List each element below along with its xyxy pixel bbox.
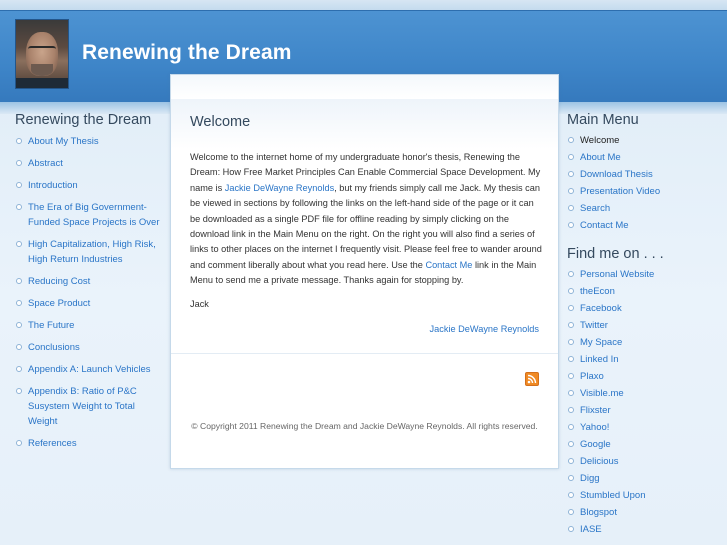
thesis-menu-item[interactable]: Conclusions (15, 340, 165, 355)
bullet-icon (16, 388, 22, 394)
copyright: © Copyright 2011 Renewing the Dream and … (191, 421, 538, 431)
bullet-icon (568, 188, 574, 194)
left-sidebar: Renewing the Dream About My Thesis Abstr… (15, 112, 165, 458)
bullet-icon (568, 373, 574, 379)
author-name-link[interactable]: Jackie DeWayne Reynolds (225, 183, 334, 193)
find-me-title: Find me on . . . (567, 246, 664, 262)
bullet-icon (568, 288, 574, 294)
bullet-icon (16, 241, 22, 247)
main-menu-item-search[interactable]: Search (567, 201, 717, 216)
find-me-item[interactable]: Twitter (567, 318, 717, 333)
post-body: Welcome to the internet home of my under… (190, 150, 542, 320)
bullet-icon (16, 160, 22, 166)
bullet-icon (568, 492, 574, 498)
bullet-icon (568, 137, 574, 143)
main-menu-item-about-me[interactable]: About Me (567, 150, 717, 165)
main-menu-item-presentation-video[interactable]: Presentation Video (567, 184, 717, 199)
find-me-section: Find me on . . . Personal Website theEco… (567, 246, 717, 537)
find-me-item[interactable]: Stumbled Upon (567, 488, 717, 503)
find-me-item[interactable]: My Space (567, 335, 717, 350)
thesis-menu-item[interactable]: Appendix B: Ratio of P&C Susystem Weight… (15, 384, 165, 429)
bullet-icon (16, 300, 22, 306)
find-me-item[interactable]: Delicious (567, 454, 717, 469)
thesis-menu-item[interactable]: Space Product (15, 296, 165, 311)
bullet-icon (568, 339, 574, 345)
author-photo (15, 19, 69, 89)
find-me-item[interactable]: Flixster (567, 403, 717, 418)
bullet-icon (568, 154, 574, 160)
bullet-icon (568, 441, 574, 447)
bullet-icon (568, 390, 574, 396)
find-me-item[interactable]: Personal Website (567, 267, 717, 282)
find-me-item[interactable]: Blogspot (567, 505, 717, 520)
main-menu-item-welcome[interactable]: Welcome (567, 133, 717, 148)
bullet-icon (568, 205, 574, 211)
bullet-icon (568, 526, 574, 532)
bullet-icon (16, 344, 22, 350)
thesis-menu: About My Thesis Abstract Introduction Th… (15, 134, 165, 451)
contact-me-link[interactable]: Contact Me (425, 260, 472, 270)
welcome-paragraph: Welcome to the internet home of my under… (190, 152, 542, 286)
bullet-icon (16, 278, 22, 284)
bullet-icon (568, 271, 574, 277)
find-me-item[interactable]: IASE (567, 522, 717, 537)
bullet-icon (568, 475, 574, 481)
find-me-menu: Personal Website theEcon Facebook Twitte… (567, 267, 717, 537)
find-me-item[interactable]: Visible.me (567, 386, 717, 401)
bullet-icon (568, 356, 574, 362)
divider (171, 353, 558, 354)
bullet-icon (16, 322, 22, 328)
main-menu-title: Main Menu (567, 112, 639, 128)
thesis-menu-item[interactable]: About My Thesis (15, 134, 165, 149)
main-menu: Welcome About Me Download Thesis Present… (567, 133, 717, 233)
bullet-icon (568, 222, 574, 228)
find-me-item[interactable]: Plaxo (567, 369, 717, 384)
bullet-icon (568, 509, 574, 515)
sign-off: Jack (190, 298, 209, 309)
top-strip (0, 0, 727, 10)
bullet-icon (16, 204, 22, 210)
bullet-icon (16, 182, 22, 188)
thesis-menu-item[interactable]: Introduction (15, 178, 165, 193)
find-me-item[interactable]: Linked In (567, 352, 717, 367)
page-title: Welcome (190, 114, 251, 130)
thesis-menu-item[interactable]: Reducing Cost (15, 274, 165, 289)
content-panel: Welcome Welcome to the internet home of … (170, 74, 559, 469)
bullet-icon (568, 305, 574, 311)
thesis-menu-item[interactable]: High Capitalization, High Risk, High Ret… (15, 237, 165, 267)
find-me-item[interactable]: Facebook (567, 301, 717, 316)
thesis-menu-item[interactable]: Appendix A: Launch Vehicles (15, 362, 165, 377)
find-me-item[interactable]: theEcon (567, 284, 717, 299)
find-me-item[interactable]: Yahoo! (567, 420, 717, 435)
find-me-item[interactable]: Google (567, 437, 717, 452)
bullet-icon (568, 322, 574, 328)
bullet-icon (16, 366, 22, 372)
thesis-menu-item[interactable]: Abstract (15, 156, 165, 171)
main-menu-item-download-thesis[interactable]: Download Thesis (567, 167, 717, 182)
bullet-icon (16, 138, 22, 144)
bullet-icon (568, 424, 574, 430)
right-sidebar: Main Menu Welcome About Me Download Thes… (567, 112, 717, 539)
thesis-menu-item[interactable]: The Era of Big Government-Funded Space P… (15, 200, 165, 230)
site-title[interactable]: Renewing the Dream (82, 41, 292, 65)
find-me-item[interactable]: Digg (567, 471, 717, 486)
bullet-icon (16, 440, 22, 446)
left-sidebar-title: Renewing the Dream (15, 112, 152, 128)
bullet-icon (568, 458, 574, 464)
bullet-icon (568, 171, 574, 177)
author-link[interactable]: Jackie DeWayne Reynolds (430, 324, 539, 334)
thesis-menu-item[interactable]: References (15, 436, 165, 451)
rss-icon[interactable] (525, 372, 539, 386)
main-menu-item-contact-me[interactable]: Contact Me (567, 218, 717, 233)
bullet-icon (568, 407, 574, 413)
thesis-menu-item[interactable]: The Future (15, 318, 165, 333)
